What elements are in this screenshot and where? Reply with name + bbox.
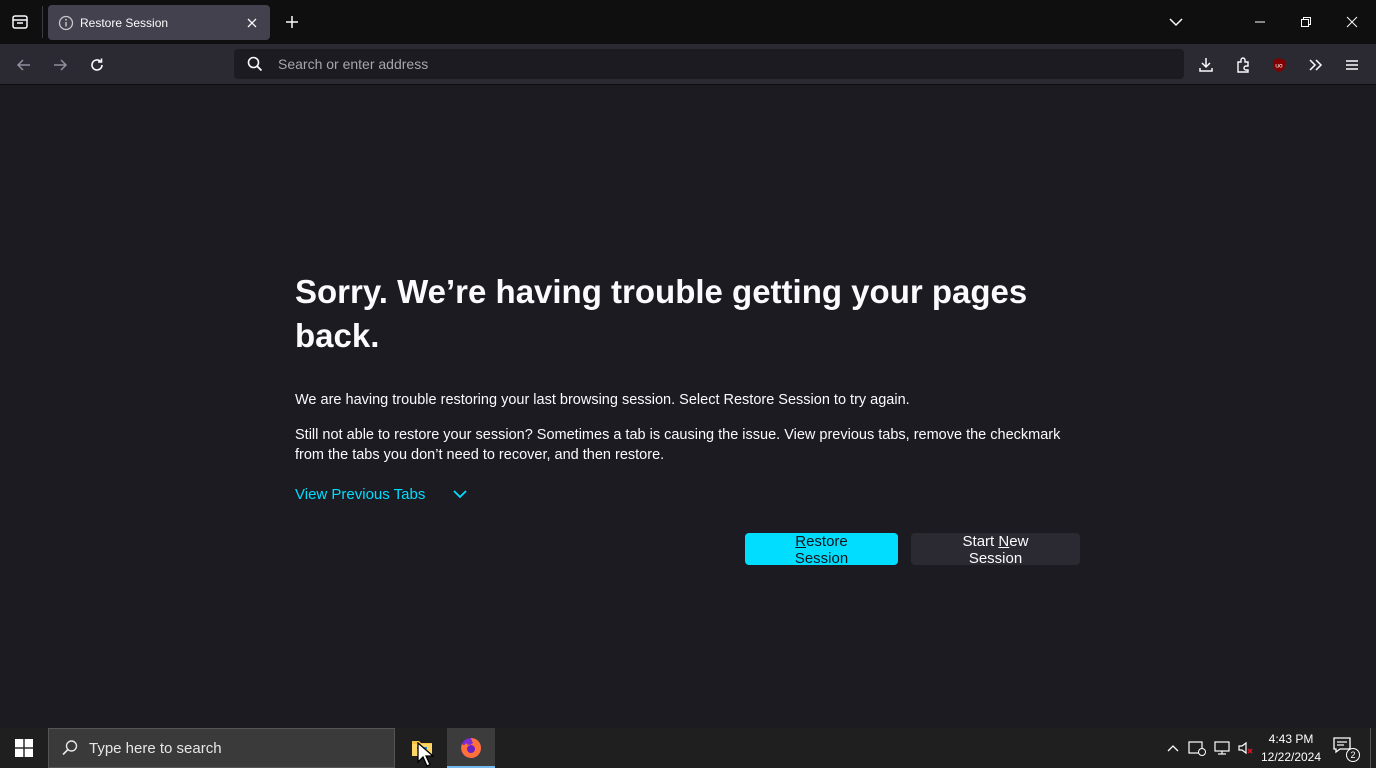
new-tab-icon[interactable] [282,12,302,32]
volume-muted-icon[interactable] [1236,738,1256,758]
minimize-icon[interactable] [1237,0,1283,44]
search-icon [61,739,79,757]
description-paragraph: We are having trouble restoring your las… [295,392,910,408]
view-previous-tabs-toggle[interactable]: View Previous Tabs [295,485,1085,503]
info-icon [58,15,74,31]
action-buttons: Restore Session Start New Session [745,533,1080,567]
list-all-tabs-icon[interactable] [1166,12,1186,32]
forward-icon[interactable] [46,51,74,79]
tab-divider [42,6,43,38]
tab-strip: Restore Session [0,0,1376,44]
restore-window-icon[interactable] [1283,0,1329,44]
address-bar[interactable] [234,49,1184,79]
tab-title: Restore Session [80,15,169,30]
page-title: Sorry. We’re having trouble getting your… [295,273,1028,354]
address-input[interactable] [278,56,1138,72]
session-restore-card: Sorry. We’re having trouble getting your… [295,270,1085,567]
help-paragraph: Still not able to restore your session? … [295,427,1061,463]
tab-restore-session[interactable]: Restore Session [48,5,270,40]
show-desktop-button[interactable] [1370,728,1371,768]
taskbar-search-placeholder: Type here to search [89,739,222,757]
navigation-toolbar: uo [0,44,1376,85]
windows-start-icon[interactable] [0,728,48,768]
start-new-session-button[interactable]: Start New Session [911,533,1080,567]
network-icon[interactable] [1212,738,1232,758]
clock-date: 12/22/2024 [1260,750,1322,764]
downloads-icon[interactable] [1192,51,1220,79]
reload-icon[interactable] [83,51,111,79]
firefox-taskbar-icon[interactable] [447,728,495,768]
close-window-icon[interactable] [1329,0,1375,44]
chevron-up-icon[interactable] [1163,738,1183,758]
svg-text:uo: uo [1275,63,1283,70]
notification-count-badge: 2 [1346,748,1360,762]
overflow-menu-icon[interactable] [1301,51,1329,79]
notification-center-icon[interactable]: 2 [1332,736,1360,762]
taskbar: Type here to search 4:43 PM 12/22/2024 2 [0,728,1376,768]
close-tab-icon[interactable] [244,15,260,31]
mouse-cursor-icon [416,742,440,768]
view-previous-tabs-label: View Previous Tabs [295,485,426,503]
chevron-down-icon [451,485,469,503]
security-tray-icon[interactable] [1187,738,1207,758]
ublock-origin-icon[interactable]: uo [1265,51,1293,79]
system-clock[interactable]: 4:43 PM 12/22/2024 [1258,730,1324,766]
page-content: Sorry. We’re having trouble getting your… [0,85,1376,728]
extensions-icon[interactable] [1229,51,1257,79]
hamburger-menu-icon[interactable] [1338,51,1366,79]
back-icon[interactable] [10,51,38,79]
clock-time: 4:43 PM [1268,732,1314,746]
restore-session-button[interactable]: Restore Session [745,533,898,567]
firefox-view-icon[interactable] [8,10,32,34]
search-icon [246,55,264,73]
taskbar-search-box[interactable]: Type here to search [48,728,395,768]
